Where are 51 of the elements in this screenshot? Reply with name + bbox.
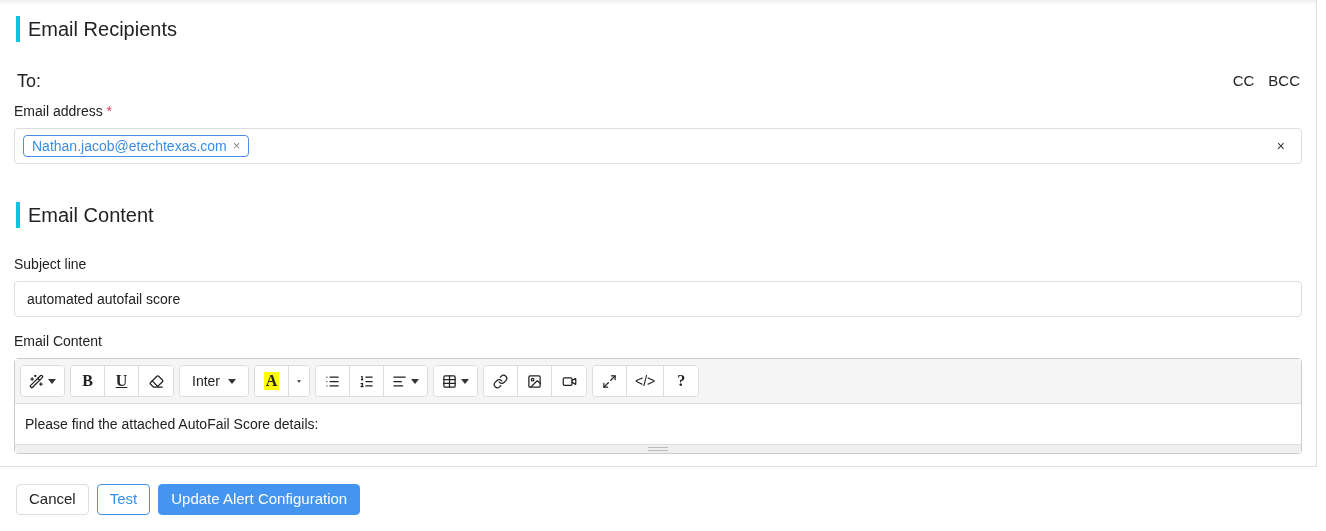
accent-bar	[16, 16, 20, 42]
toolbar-button[interactable]	[316, 366, 350, 396]
toolbar-button[interactable]: B	[71, 366, 105, 396]
toolbar-button[interactable]	[139, 366, 173, 396]
toolbar-button[interactable]	[484, 366, 518, 396]
field-label: Email Content	[14, 332, 103, 351]
clear-button[interactable]: ×	[1276, 135, 1293, 157]
expand-icon	[602, 373, 617, 389]
toolbar-button[interactable]	[593, 366, 627, 396]
to-label: To:	[17, 70, 41, 93]
editor-body[interactable]: Please find the attached AutoFail Score details:	[15, 404, 1301, 444]
editor-text: Please find the attached AutoFail Score details:	[25, 414, 319, 434]
remove-tag-button[interactable]: ×	[232, 136, 241, 156]
table-icon	[442, 373, 457, 389]
font-select[interactable]: Inter	[180, 366, 248, 396]
caret-icon	[411, 378, 419, 384]
bullet-list-icon	[325, 373, 340, 389]
toolbar-button[interactable]	[434, 366, 477, 396]
resize-handle[interactable]	[15, 444, 1301, 453]
email-tag: Nathan.jacob@etechtexas.com ×	[23, 135, 250, 157]
toolbar-button[interactable]	[518, 366, 552, 396]
toolbar-button[interactable]	[552, 366, 586, 396]
grip-icon	[648, 447, 668, 451]
numbered-list-icon	[359, 373, 374, 389]
image-icon	[527, 373, 542, 389]
caret-icon	[228, 378, 236, 384]
toolbar-button[interactable]	[350, 366, 384, 396]
section-title: Email Content	[28, 203, 154, 228]
eraser-icon	[148, 373, 164, 389]
magic-wand-icon	[29, 373, 44, 389]
toolbar-button[interactable]	[21, 366, 64, 396]
toolbar-button[interactable]: </>	[627, 366, 665, 396]
section-title: Email Recipients	[28, 17, 177, 42]
email-tags-field[interactable]: Nathan.jacob@etechtexas.com × ×	[14, 128, 1302, 164]
bcc-link[interactable]: BCC	[1268, 70, 1300, 93]
field-label: Subject line	[14, 255, 88, 274]
field-label: Email address *	[14, 102, 114, 121]
caret-icon	[48, 378, 56, 384]
color-dropdown-button[interactable]	[289, 366, 309, 396]
toolbar-button[interactable]	[384, 366, 427, 396]
toolbar-button[interactable]: ?	[664, 366, 699, 396]
caret-icon	[461, 378, 469, 384]
link-icon	[493, 373, 508, 389]
text-color-button[interactable]: A	[255, 366, 289, 396]
cc-link[interactable]: CC	[1232, 70, 1255, 93]
action-button[interactable]: Cancel	[16, 483, 89, 515]
accent-bar	[16, 202, 20, 228]
subject-field[interactable]: automated autofail score	[14, 281, 1302, 317]
align-icon	[392, 373, 407, 389]
caret-icon	[297, 378, 301, 384]
toolbar-button[interactable]: U	[105, 366, 139, 396]
